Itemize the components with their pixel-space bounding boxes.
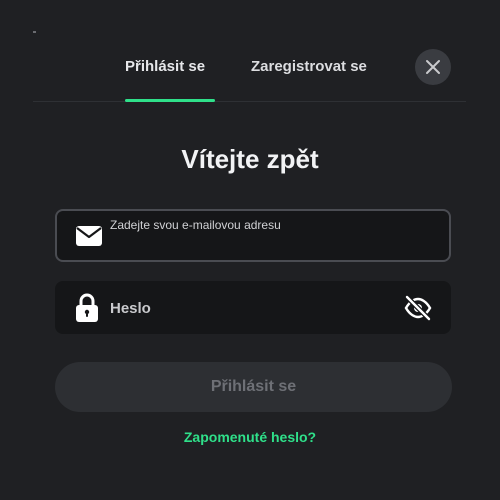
page-title: Vítejte zpět (181, 144, 319, 174)
email-input[interactable] (110, 215, 440, 235)
login-modal: Přihlásit se Zaregistrovat se Vítejte zp… (0, 0, 500, 500)
tab-login[interactable]: Přihlásit se (125, 58, 205, 75)
lock-icon (75, 293, 99, 323)
tab-register[interactable]: Zaregistrovat se (251, 58, 367, 75)
toggle-password-visibility[interactable] (403, 294, 433, 321)
auth-tabs: Přihlásit se Zaregistrovat se (33, 46, 466, 102)
eye-slash-icon (404, 294, 432, 321)
active-tab-indicator (125, 99, 215, 102)
login-submit-button[interactable]: Přihlásit se (55, 362, 452, 412)
forgot-password-link[interactable]: Zapomenuté heslo? (0, 429, 500, 445)
email-field-container[interactable] (55, 209, 451, 262)
corner-mark (33, 31, 36, 33)
envelope-icon (75, 225, 103, 247)
close-icon (426, 60, 440, 74)
close-button[interactable] (415, 49, 451, 85)
password-input[interactable] (110, 297, 390, 319)
password-field-container[interactable] (55, 281, 451, 334)
